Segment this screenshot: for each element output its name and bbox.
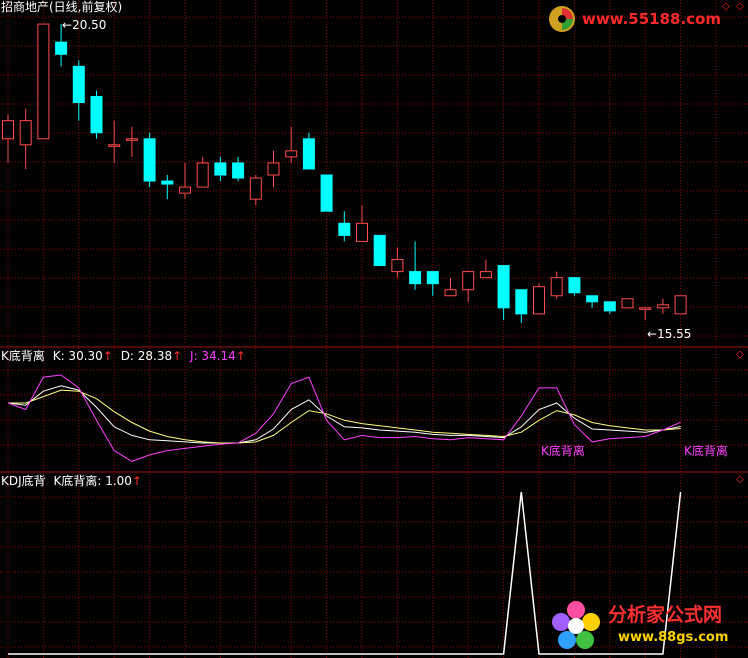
kdj-k-value: K: 30.30 (52, 349, 103, 363)
arrow-up-icon: ↑ (235, 349, 246, 363)
candle-down (373, 234, 386, 267)
candle-up (462, 271, 475, 291)
divergence-label: K底背离 (684, 444, 728, 458)
candle-up (444, 289, 457, 297)
flower-logo-icon (552, 601, 600, 649)
candle-up (639, 307, 652, 310)
price-high-label: 20.50 (72, 18, 107, 32)
candle-up (479, 271, 492, 279)
candle-up (19, 120, 32, 146)
arrow-left-icon: ← (62, 18, 73, 32)
candle-down (603, 301, 616, 312)
signal-indicator-name: KDJ底背 (1, 474, 46, 488)
candle-down (161, 180, 174, 185)
stock-chart (0, 0, 748, 658)
candle-up (621, 298, 634, 309)
arrow-up-icon: ↑ (131, 474, 142, 488)
candle-down (586, 295, 599, 303)
diamond-icon[interactable]: ◇ (736, 349, 744, 360)
candle-up (356, 222, 368, 242)
kdj-d-value: D: 28.38 (120, 349, 173, 363)
price-low-label: 15.55 (657, 327, 692, 341)
logo-top-text: www.55188.com (582, 10, 722, 28)
kdj-indicator-name: K底背离 (1, 349, 45, 363)
site-logo-bottom: 分析家公式网 www.88gs.com (548, 598, 744, 654)
candle-down (232, 162, 245, 179)
candle-up (285, 150, 298, 158)
candle-down (515, 289, 528, 315)
signal-value: K底背离: 1.00 (53, 474, 132, 488)
candle-down (568, 277, 581, 294)
candle-up (2, 120, 14, 140)
candle-up (267, 162, 280, 176)
kdj-d-line (8, 389, 681, 444)
diamond-icon[interactable]: ◇ (736, 474, 744, 485)
arrow-left-icon: ← (647, 327, 658, 341)
grid-lines (0, 0, 748, 658)
candle-up (674, 295, 687, 315)
signal-header: KDJ底背 K底背离: 1.00↑ (1, 474, 142, 488)
price-high-annotation: ←20.50 (62, 18, 106, 32)
kdj-header: K底背离 K: 30.30↑ D: 28.38↑ J: 34.14↑ (1, 349, 246, 363)
logo-bottom-text: 分析家公式网 (608, 604, 723, 626)
candle-up (391, 259, 404, 273)
candle-up (656, 304, 669, 309)
arrow-up-icon: ↑ (172, 349, 183, 363)
kdj-j-value: J: 34.14 (190, 349, 236, 363)
kdj-k-line (7, 385, 681, 444)
logo-bottom-url: www.88gs.com (618, 630, 729, 645)
site-logo-top: www.55188.com (546, 4, 742, 34)
candle-down (320, 174, 333, 212)
candle-down (497, 265, 510, 309)
candle-down (90, 96, 103, 134)
candle-down (214, 162, 227, 176)
candle-up (37, 23, 50, 140)
price-low-annotation: ←15.55 (647, 327, 691, 341)
candle-up (196, 162, 209, 188)
candle-up (550, 277, 563, 297)
main-chart-title: 招商地产(日线,前复权) (1, 0, 123, 14)
candle-down (426, 271, 439, 285)
candle-up (249, 177, 262, 200)
candle-down (72, 65, 85, 104)
candle-down (143, 138, 156, 182)
candle-down (409, 271, 422, 285)
candle-up (125, 138, 138, 141)
candle-up (108, 144, 121, 147)
arrow-up-icon: ↑ (102, 349, 113, 363)
candle-down (302, 138, 315, 170)
candle-up (179, 186, 191, 194)
divergence-label: K底背离 (541, 444, 585, 458)
candle-down (338, 222, 351, 236)
candle-up (533, 286, 545, 315)
candle-down (55, 41, 68, 55)
